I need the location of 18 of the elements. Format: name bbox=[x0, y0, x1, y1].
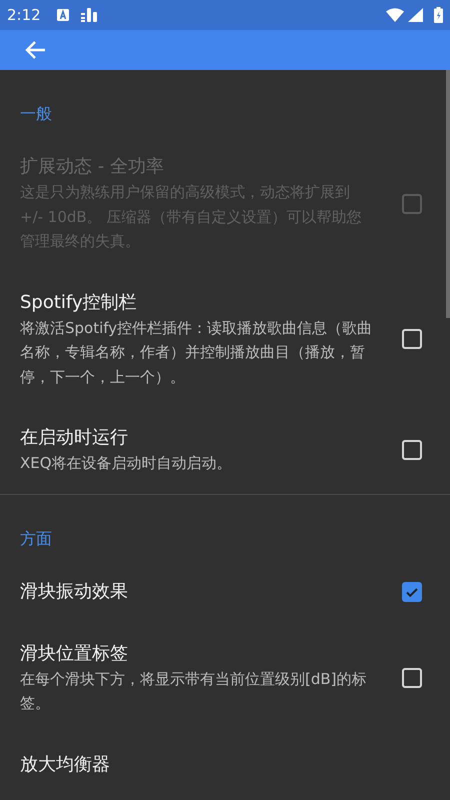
setting-description: 将激活Spotify控件栏插件：读取播放歌曲信息（歌曲名称，专辑名称，作者）并控制播放曲目（播放，暂停，下一个，上一个）。 bbox=[20, 318, 374, 388]
setting-title[interactable]: 滑块振动效果 bbox=[20, 578, 376, 604]
setting-title[interactable]: Spotify控制栏 bbox=[20, 290, 376, 316]
setting-title[interactable]: 滑块位置标签 bbox=[20, 640, 376, 666]
setting-description: 在每个滑块下方，将显示带有当前位置级别[dB]的标签。 bbox=[20, 668, 368, 714]
section-header: 方面 bbox=[19, 528, 53, 550]
signal-icon bbox=[408, 8, 423, 22]
wifi-icon bbox=[386, 8, 404, 22]
status-time: 2:12 bbox=[7, 4, 41, 26]
keyboard-app-icon bbox=[56, 9, 69, 21]
setting-description: XEQ将在设备启动时自动启动。 bbox=[20, 453, 233, 474]
equalizer-icon bbox=[80, 8, 97, 22]
section-header: 一般 bbox=[19, 103, 53, 125]
checkbox[interactable] bbox=[402, 582, 422, 602]
setting-title[interactable]: 放大均衡器 bbox=[20, 752, 376, 778]
back-arrow-icon[interactable] bbox=[24, 40, 46, 60]
battery-charging-icon bbox=[434, 7, 443, 23]
setting-title[interactable]: 在启动时运行 bbox=[20, 425, 376, 451]
